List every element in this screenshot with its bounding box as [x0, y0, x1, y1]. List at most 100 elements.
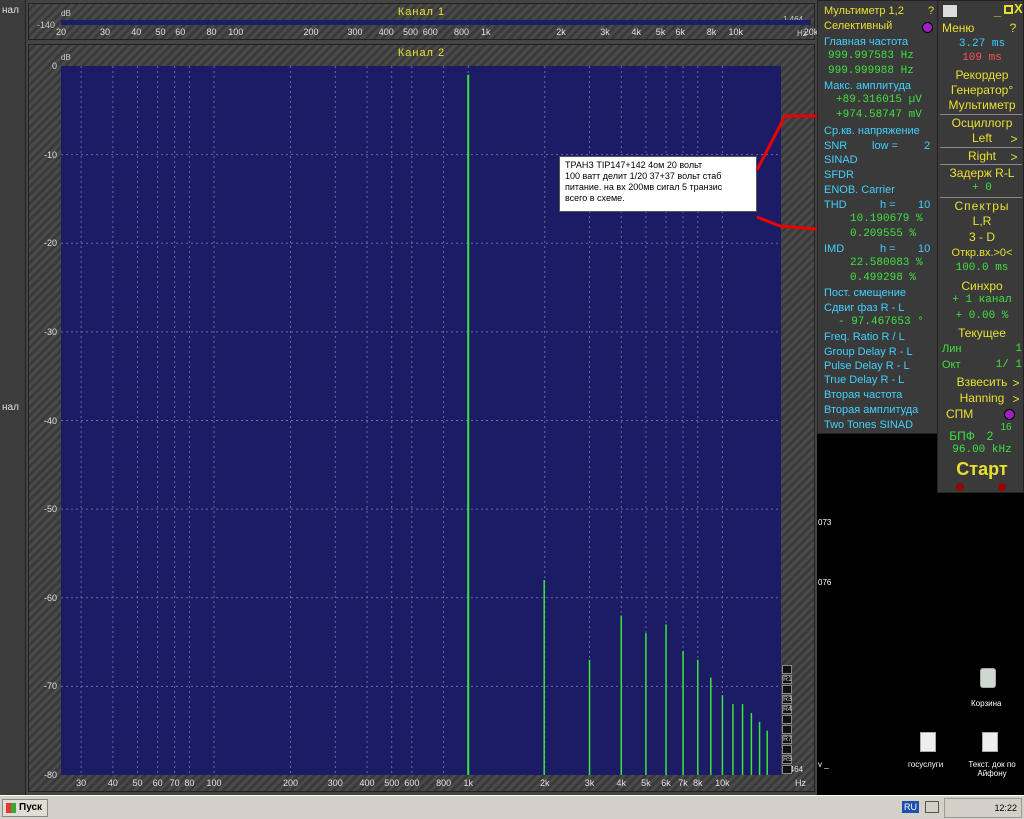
delay-button[interactable]: Задерж R-L [942, 166, 1022, 180]
app-icon[interactable] [942, 4, 958, 18]
recycle-bin-label[interactable]: Корзина [971, 699, 1001, 708]
channel1-db-label: dB [61, 9, 71, 18]
chevron-right-icon[interactable]: > [1010, 392, 1022, 406]
range-indicator[interactable] [782, 765, 792, 774]
range-indicator[interactable]: R9 [782, 755, 792, 764]
doc-label[interactable]: Текст. док по Айфону [962, 760, 1022, 778]
second-amp-label[interactable]: Вторая амплитуда [824, 404, 918, 416]
clock[interactable]: 12:22 [994, 803, 1017, 813]
spm-led-icon[interactable] [1004, 409, 1015, 420]
channel1-tick-label: 80 [206, 27, 217, 37]
range-indicator[interactable]: R3 [782, 695, 792, 704]
x-tick-label: 2k [539, 778, 550, 788]
imd-label[interactable]: IMD [824, 243, 844, 255]
range-indicator[interactable]: R1 [782, 675, 792, 684]
language-indicator[interactable]: RU [902, 801, 919, 813]
range-indicator[interactable] [782, 715, 792, 724]
menu-separator [940, 147, 1022, 148]
strip-label-top: нал [2, 5, 19, 16]
time-value-1: 3.27 ms [958, 38, 1006, 50]
multimeter-help-button[interactable]: ? [928, 5, 934, 17]
multimeter-button[interactable]: Мультиметр [942, 98, 1022, 112]
chevron-right-icon[interactable]: > [1008, 132, 1020, 146]
strip-label-mid: нал [2, 402, 19, 413]
close-button[interactable]: X [1014, 1, 1023, 16]
channel1-tick-label: 300 [347, 27, 363, 37]
note-line: питание. на вх 200мв сигал 5 транзис [565, 182, 723, 192]
range-indicator[interactable] [782, 665, 792, 674]
x-tick-label: 80 [184, 778, 195, 788]
range-indicator[interactable] [782, 685, 792, 694]
sinad-label[interactable]: SINAD [824, 154, 858, 166]
sample-rate-value: 96.00 kHz [952, 444, 1012, 456]
open-input-button[interactable]: Откр.вх.>0< [942, 247, 1022, 259]
y-tick-label: -40 [43, 415, 57, 426]
imd-h-value: 10 [918, 243, 931, 255]
sfdr-label[interactable]: SFDR [824, 169, 854, 181]
oscillograph-button[interactable]: Осциллогр [942, 116, 1022, 130]
fft-label: БПФ [949, 429, 975, 443]
keyboard-icon[interactable] [925, 801, 939, 813]
document-icon[interactable] [920, 732, 936, 752]
sync-value-2: + 0.00 % [955, 310, 1009, 322]
channel1-tick-label: 2k [556, 27, 566, 37]
chevron-right-icon[interactable]: > [1010, 376, 1022, 390]
menu-help-button[interactable]: ? [1006, 21, 1020, 35]
channel1-tick-label: 30 [100, 27, 111, 37]
chevron-right-icon[interactable]: > [1008, 150, 1020, 164]
enob-label[interactable]: ENOB. Carrier [824, 184, 895, 196]
rms-label[interactable]: Ср.кв. напряжение [824, 125, 920, 137]
range-indicator[interactable]: R4 [782, 705, 792, 714]
true-delay-label[interactable]: True Delay R - L [824, 374, 904, 386]
second-freq-label[interactable]: Вторая частота [824, 389, 902, 401]
minimize-icon[interactable]: _ [994, 3, 1001, 18]
selective-mode[interactable]: Селективный [824, 20, 892, 32]
x-tick-label: 5k [641, 778, 651, 788]
channel1-title: Канал 1 [397, 6, 446, 18]
thd-value-1: 10.190679 % [850, 213, 923, 225]
recorder-button[interactable]: Рекордер [942, 68, 1022, 82]
snr-label[interactable]: SNR [824, 140, 847, 152]
thd-label[interactable]: THD [824, 199, 847, 211]
start-button[interactable]: Старт [942, 459, 1022, 480]
range-indicator[interactable]: R7 [782, 735, 792, 744]
recycle-bin-icon[interactable] [980, 668, 996, 688]
imd-value-1: 22.580083 % [850, 257, 923, 269]
generator-button[interactable]: Генератор° [942, 83, 1022, 97]
spectra-button[interactable]: Спектры [942, 199, 1022, 213]
document-icon[interactable] [982, 732, 998, 752]
x-tick-label: 70 [169, 778, 180, 788]
lr-button[interactable]: L,R [942, 214, 1022, 228]
sync-button[interactable]: Синхро [942, 279, 1022, 293]
thd-h-value: 10 [918, 199, 931, 211]
note-line: 100 ватт делит 1/20 37+37 вольт стаб [565, 171, 722, 181]
phase-label[interactable]: Сдвиг фаз R - L [824, 302, 904, 314]
open-input-value: 100.0 ms [955, 262, 1009, 274]
two-tones-label[interactable]: Two Tones SINAD [824, 419, 913, 431]
range-indicator[interactable] [782, 725, 792, 734]
range-indicator[interactable] [782, 745, 792, 754]
y-tick-label: -20 [43, 238, 57, 249]
dc-offset-label[interactable]: Пост. смещение [824, 287, 906, 299]
channel1-tick-label: 40 [131, 27, 142, 37]
gosuslugi-label[interactable]: госуслуги [908, 760, 943, 769]
pulse-delay-label[interactable]: Pulse Delay R - L [824, 360, 910, 372]
desktop-partial-label: 073 [818, 518, 832, 527]
x-tick-label: 7k [678, 778, 688, 788]
x-tick-label: 500 [384, 778, 400, 788]
menu-separator [940, 197, 1022, 198]
three-d-button[interactable]: 3 - D [942, 230, 1022, 244]
current-button[interactable]: Текущее [942, 326, 1022, 340]
range-indicators: R1 R3 R4 R7 R9 [782, 665, 794, 775]
group-delay-label[interactable]: Group Delay R - L [824, 346, 913, 358]
selective-led-icon[interactable] [922, 22, 933, 33]
start-menu-button[interactable]: Пуск [2, 799, 48, 817]
windows-logo-icon [6, 803, 16, 813]
channel1-tick-label: 3k [600, 27, 610, 37]
annotation-note: ТРАНЗ TIP147+142 4ом 20 вольт 100 ватт д… [559, 156, 757, 212]
maximize-icon[interactable] [1004, 5, 1013, 14]
max-amp-label: Макс. амплитуда [824, 80, 911, 92]
channel1-tick-label: 10k [728, 27, 743, 37]
freq-ratio-label[interactable]: Freq. Ratio R / L [824, 331, 905, 343]
x-tick-label: 800 [436, 778, 452, 788]
